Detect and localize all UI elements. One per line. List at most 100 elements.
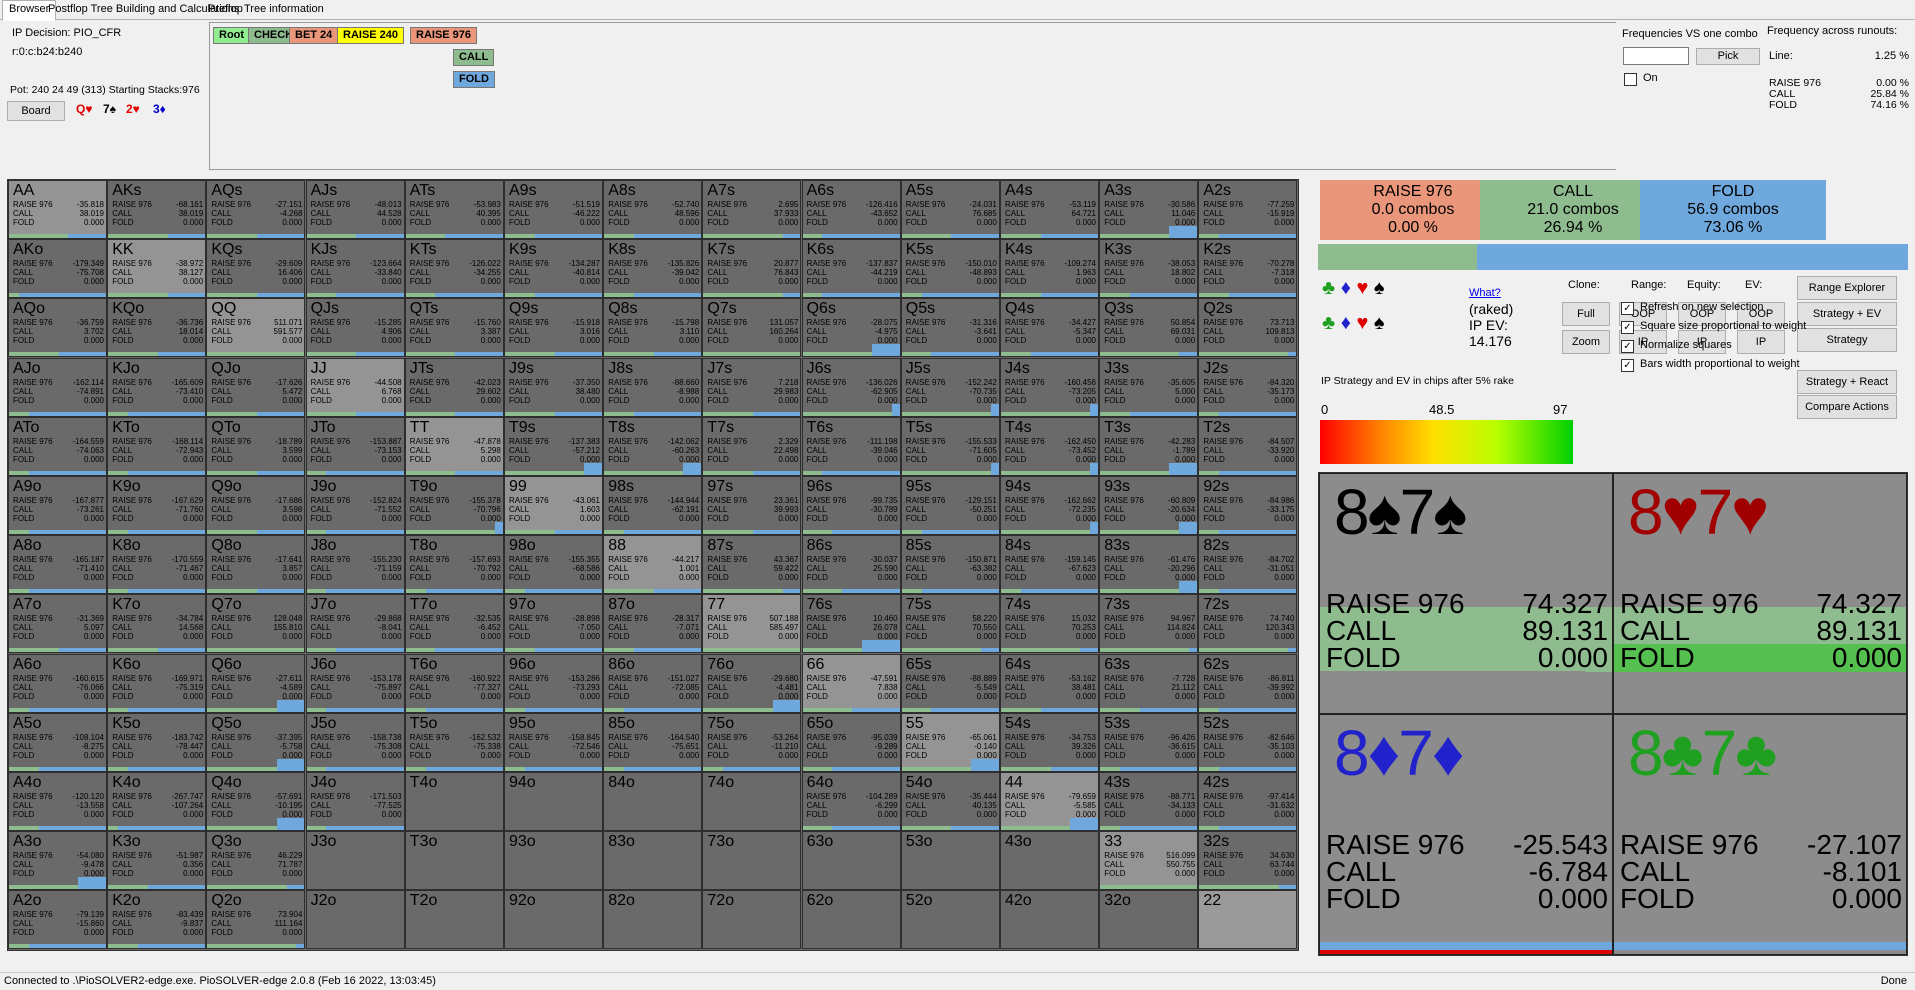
hand-cell-t5s[interactable]: T5s RAISE 976 -155.533 CALL -71.605 FOLD 0.000 (900, 416, 1000, 476)
hand-cell-k7s[interactable]: K7s RAISE 976 20.877 CALL 76.843 FOLD 0.000 (702, 239, 802, 299)
hand-cell-t7s[interactable]: T7s RAISE 976 2.329 CALL 22.498 FOLD 0.000 (702, 416, 802, 476)
club-icon[interactable]: ♣ (1322, 277, 1335, 299)
hand-cell-j8s[interactable]: J8s RAISE 976 -88.660 CALL -8.988 FOLD 0.000 (603, 357, 703, 417)
hand-cell-k4s[interactable]: K4s RAISE 976 -109.274 CALL 1.963 FOLD 0.000 (1000, 239, 1099, 299)
hand-cell-aqs[interactable]: AQs RAISE 976 -27.151 CALL -4.268 FOLD 0.000 (206, 180, 306, 239)
hand-cell-q9s[interactable]: Q9s RAISE 976 -15.918 CALL 3.016 FOLD 0.000 (504, 298, 603, 358)
diamond-icon[interactable]: ♦ (1341, 312, 1351, 334)
hand-cell-k3s[interactable]: K3s RAISE 976 -38.053 CALL 18.802 FOLD 0.000 (1099, 239, 1199, 299)
hand-cell-93o[interactable]: 93o (504, 831, 603, 891)
hand-cell-a2o[interactable]: A2o RAISE 976 -79.139 CALL -15.860 FOLD 0.000 (8, 890, 107, 950)
hand-cell-q2s[interactable]: Q2s RAISE 976 73.713 CALL 109.813 FOLD 0.000 (1198, 298, 1298, 358)
hand-cell-j3o[interactable]: J3o (305, 831, 405, 891)
hand-cell-65s[interactable]: 65s RAISE 976 -88.889 CALL -5.549 FOLD 0.000 (900, 653, 1000, 713)
hand-cell-a2s[interactable]: A2s RAISE 976 -77.259 CALL -15.919 FOLD 0.000 (1198, 180, 1298, 239)
hand-cell-k8o[interactable]: K8o RAISE 976 -170.559 CALL -71.467 FOLD 0.000 (107, 535, 207, 595)
hand-cell-j4o[interactable]: J4o RAISE 976 -171.503 CALL -77.525 FOLD 0.000 (305, 772, 405, 831)
hand-cell-ajs[interactable]: AJs RAISE 976 -48.013 CALL 44.528 FOLD 0.000 (305, 180, 405, 239)
hand-cell-kts[interactable]: KTs RAISE 976 -126.022 CALL -34.255 FOLD 0.000 (404, 239, 504, 299)
suit-filter-row-2[interactable]: ♣ ♦ ♥ ♠ (1322, 312, 1385, 335)
tab-tree-information[interactable]: Tree information (238, 1, 330, 20)
hand-cell-a9s[interactable]: A9s RAISE 976 -51.519 CALL -46.222 FOLD 0.000 (504, 180, 603, 239)
hand-cell-63o[interactable]: 63o (801, 831, 901, 891)
hand-cell-96s[interactable]: 96s RAISE 976 -99.735 CALL -30.789 FOLD 0.000 (801, 476, 901, 535)
hand-cell-t8s[interactable]: T8s RAISE 976 -142.062 CALL -60.263 FOLD 0.000 (603, 416, 703, 476)
combo-cell[interactable]: 8♥7♥ RAISE 976 74.327 CALL 89.131 FOLD 0.000 (1613, 473, 1907, 714)
hand-cell-kqo[interactable]: KQo RAISE 976 -36.736 CALL 18.014 FOLD 0.000 (107, 298, 207, 358)
hand-cell-q6s[interactable]: Q6s RAISE 976 -28.075 CALL -4.975 FOLD 0.000 (801, 298, 901, 358)
hand-cell-j2s[interactable]: J2s RAISE 976 -84.320 CALL -35.173 FOLD 0.000 (1198, 357, 1298, 417)
hand-cell-97o[interactable]: 97o RAISE 976 -28.898 CALL -7.050 FOLD 0.000 (504, 594, 603, 654)
hand-cell-j4s[interactable]: J4s RAISE 976 -160.456 CALL -73.205 FOLD 0.000 (1000, 357, 1099, 417)
hand-cell-86o[interactable]: 86o RAISE 976 -151.027 CALL -72.085 FOLD 0.000 (603, 653, 703, 713)
option-checkbox[interactable]: ✓ (1621, 321, 1634, 334)
hand-cell-33[interactable]: 33 RAISE 976 516.099 CALL 550.755 FOLD 0.000 (1099, 831, 1199, 891)
hand-cell-92o[interactable]: 92o (504, 890, 603, 950)
hand-cell-87o[interactable]: 87o RAISE 976 -28.317 CALL -7.071 FOLD 0.000 (603, 594, 703, 654)
hand-cell-96o[interactable]: 96o RAISE 976 -153.286 CALL -73.293 FOLD 0.000 (504, 653, 603, 713)
hand-cell-a6o[interactable]: A6o RAISE 976 -160.615 CALL -76.066 FOLD 0.000 (8, 653, 107, 713)
hand-cell-73s[interactable]: 73s RAISE 976 94.967 CALL 114.824 FOLD 0.000 (1099, 594, 1199, 654)
hand-cell-j2o[interactable]: J2o (305, 890, 405, 950)
hand-cell-83s[interactable]: 83s RAISE 976 -61.476 CALL -20.296 FOLD 0.000 (1099, 535, 1199, 595)
tree-node[interactable]: RAISE 976 (410, 27, 478, 44)
tree-child-node[interactable]: CALL (453, 49, 495, 66)
zoom-button[interactable]: Zoom (1562, 330, 1610, 354)
hand-cell-74s[interactable]: 74s RAISE 976 15.032 CALL 70.253 FOLD 0.000 (1000, 594, 1099, 654)
hand-cell-77[interactable]: 77 RAISE 976 507.188 CALL 585.497 FOLD 0.000 (702, 594, 802, 654)
hand-cell-q6o[interactable]: Q6o RAISE 976 -27.611 CALL -4.589 FOLD 0.000 (206, 653, 306, 713)
summary-raise-976[interactable]: RAISE 976 0.0 combos 0.00 % (1320, 180, 1506, 240)
tree-node[interactable]: RAISE 240 (337, 27, 405, 44)
hand-cell-a8s[interactable]: A8s RAISE 976 -52.740 CALL 48.596 FOLD 0.000 (603, 180, 703, 239)
combo-cell[interactable]: 8♦7♦ RAISE 976 -25.543 CALL -6.784 FOLD 0.000 (1319, 714, 1613, 955)
hand-cell-64s[interactable]: 64s RAISE 976 -53.162 CALL 38.481 FOLD 0.000 (1000, 653, 1099, 713)
hand-cell-a3s[interactable]: A3s RAISE 976 -30.586 CALL 11.046 FOLD 0.000 (1099, 180, 1199, 239)
hand-cell-kk[interactable]: KK RAISE 976 -38.972 CALL 38.127 FOLD 0.000 (107, 239, 207, 299)
what-link[interactable]: What? (1469, 287, 1501, 299)
diamond-icon[interactable]: ♦ (1341, 277, 1351, 299)
hand-cell-k4o[interactable]: K4o RAISE 976 -267.747 CALL -107.264 FOLD 0.00… (107, 772, 207, 831)
hand-cell-82s[interactable]: 82s RAISE 976 -84.702 CALL -31.051 FOLD 0.000 (1198, 535, 1298, 595)
hand-cell-73o[interactable]: 73o (702, 831, 802, 891)
hand-cell-q4s[interactable]: Q4s RAISE 976 -34.427 CALL -5.347 FOLD 0.000 (1000, 298, 1099, 358)
hand-cell-93s[interactable]: 93s RAISE 976 -60.809 CALL -20.634 FOLD 0.000 (1099, 476, 1199, 535)
hand-cell-42s[interactable]: 42s RAISE 976 -97.414 CALL -31.632 FOLD 0.000 (1198, 772, 1298, 831)
hand-cell-t9o[interactable]: T9o RAISE 976 -155.378 CALL -70.796 FOLD 0.000 (404, 476, 504, 535)
hand-cell-43s[interactable]: 43s RAISE 976 -88.771 CALL -34.133 FOLD 0.000 (1099, 772, 1199, 831)
hand-cell-ats[interactable]: ATs RAISE 976 -53.983 CALL 40.395 FOLD 0.000 (404, 180, 504, 239)
hand-cell-75o[interactable]: 75o RAISE 976 -53.264 CALL -11.210 FOLD 0.000 (702, 712, 802, 772)
hand-cell-k2s[interactable]: K2s RAISE 976 -70.278 CALL -7.318 FOLD 0.000 (1198, 239, 1298, 299)
hand-cell-52o[interactable]: 52o (900, 890, 1000, 950)
hand-cell-a8o[interactable]: A8o RAISE 976 -165.187 CALL -71.410 FOLD 0.000 (8, 535, 107, 595)
option-checkbox[interactable]: ✓ (1621, 340, 1634, 353)
hand-cell-52s[interactable]: 52s RAISE 976 -82.646 CALL -35.103 FOLD 0.000 (1198, 712, 1298, 772)
hand-cell-43o[interactable]: 43o (1000, 831, 1099, 891)
option-checkbox[interactable]: ✓ (1621, 302, 1634, 315)
hand-cell-66[interactable]: 66 RAISE 976 -47.591 CALL 7.838 FOLD 0.000 (801, 653, 901, 713)
hand-cell-q9o[interactable]: Q9o RAISE 976 -17.686 CALL 3.598 FOLD 0.000 (206, 476, 306, 535)
hand-cell-k3o[interactable]: K3o RAISE 976 -51.987 CALL 0.356 FOLD 0.000 (107, 831, 207, 891)
hand-cell-t2s[interactable]: T2s RAISE 976 -84.507 CALL -33.920 FOLD 0.000 (1198, 416, 1298, 476)
hand-cell-q8o[interactable]: Q8o RAISE 976 -17.641 CALL 3.857 FOLD 0.000 (206, 535, 306, 595)
summary-call[interactable]: CALL 21.0 combos 26.94 % (1480, 180, 1666, 240)
heart-icon[interactable]: ♥ (1356, 277, 1368, 299)
hand-cell-q3o[interactable]: Q3o RAISE 976 46.229 CALL 71.787 FOLD 0.000 (206, 831, 306, 891)
hand-cell-j6o[interactable]: J6o RAISE 976 -153.178 CALL -75.897 FOLD 0.000 (305, 653, 405, 713)
hand-cell-65o[interactable]: 65o RAISE 976 -95.039 CALL -9.289 FOLD 0.000 (801, 712, 901, 772)
hand-cell-62o[interactable]: 62o (801, 890, 901, 950)
board-button[interactable]: Board (7, 101, 65, 121)
hand-cell-94s[interactable]: 94s RAISE 976 -162.662 CALL -72.235 FOLD 0.000 (1000, 476, 1099, 535)
hand-cell-t4o[interactable]: T4o (404, 772, 504, 831)
hand-cell-a3o[interactable]: A3o RAISE 976 -54.080 CALL -9.478 FOLD 0.000 (8, 831, 107, 891)
hand-cell-q5o[interactable]: Q5o RAISE 976 -37.395 CALL -5.758 FOLD 0.000 (206, 712, 306, 772)
hand-cell-53s[interactable]: 53s RAISE 976 -96.426 CALL -36.615 FOLD 0.000 (1099, 712, 1199, 772)
hand-cell-t6o[interactable]: T6o RAISE 976 -160.922 CALL -77.327 FOLD 0.000 (404, 653, 504, 713)
hand-cell-98s[interactable]: 98s RAISE 976 -144.944 CALL -62.191 FOLD 0.000 (603, 476, 703, 535)
hand-cell-j7s[interactable]: J7s RAISE 976 7.218 CALL 29.983 FOLD 0.000 (702, 357, 802, 417)
hand-cell-76s[interactable]: 76s RAISE 976 10.460 CALL 26.078 FOLD 0.000 (801, 594, 901, 654)
hand-cell-q7s[interactable]: Q7s RAISE 976 131.057 CALL 160.264 FOLD 0.000 (702, 298, 802, 358)
pick-button[interactable]: Pick (1696, 48, 1760, 65)
hand-cell-k8s[interactable]: K8s RAISE 976 -135.826 CALL -39.042 FOLD 0.000 (603, 239, 703, 299)
hand-cell-k7o[interactable]: K7o RAISE 976 -34.784 CALL 14.568 FOLD 0.000 (107, 594, 207, 654)
hand-cell-42o[interactable]: 42o (1000, 890, 1099, 950)
